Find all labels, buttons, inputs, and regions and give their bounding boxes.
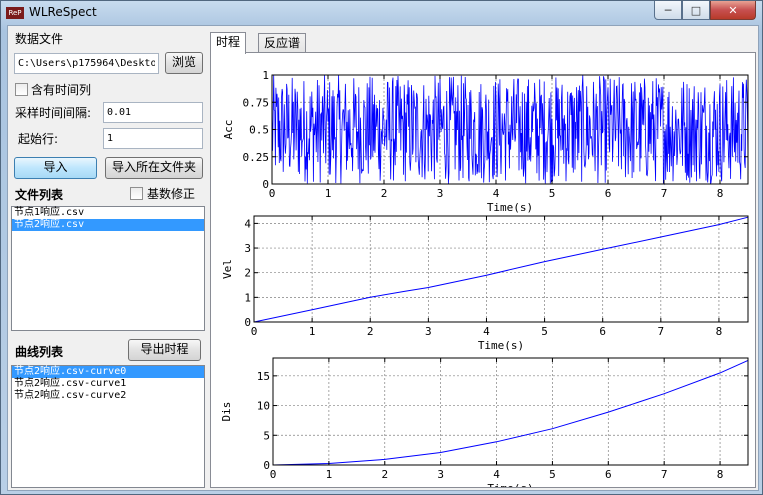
- export-time-history-button[interactable]: 导出时程: [128, 339, 201, 361]
- x-tick-label: 8: [716, 325, 723, 338]
- maximize-icon: □: [690, 3, 702, 17]
- x-tick-label: 6: [599, 325, 606, 338]
- tab-response-spectrum[interactable]: 反应谱: [258, 33, 307, 53]
- import-button[interactable]: 导入: [14, 157, 97, 179]
- x-tick-label: 2: [381, 468, 388, 481]
- x-tick-label: 8: [717, 187, 724, 200]
- x-tick-label: 0: [270, 468, 277, 481]
- series-line: [253, 216, 749, 323]
- curve-list-item-selected[interactable]: 节点2响应.csv-curve0: [12, 366, 204, 378]
- x-tick-label: 5: [549, 187, 556, 200]
- file-list-label: 文件列表: [15, 188, 64, 202]
- baseline-correction-checkbox[interactable]: [130, 187, 143, 200]
- x-tick-label: 7: [658, 325, 665, 338]
- x-axis-label: Time(s): [487, 201, 533, 214]
- y-tick-label: 0: [244, 316, 251, 329]
- y-tick-label: 1: [244, 291, 251, 304]
- tab-panel: 0 1 2 3 4 5 6 7 8 0 0.25 0.5 0.75 1 Time(s) Acc 0 1 2 3 4 5 6 7…: [210, 52, 756, 495]
- browse-button[interactable]: 浏览: [165, 52, 203, 74]
- close-icon: ✕: [728, 3, 738, 17]
- curve-list-item[interactable]: 节点2响应.csv-curve1: [12, 378, 204, 390]
- y-tick-label: 0.75: [243, 96, 270, 109]
- x-tick-label: 7: [661, 468, 668, 481]
- close-button[interactable]: ✕: [710, 1, 756, 20]
- tab-time-history[interactable]: 时程: [210, 32, 247, 54]
- left-panel: 数据文件 浏览 含有时间列 采样时间间隔: 起始行: 导入 导入所在文件夹 文件…: [8, 26, 208, 490]
- maximize-button[interactable]: □: [682, 1, 710, 20]
- client-area: 数据文件 浏览 含有时间列 采样时间间隔: 起始行: 导入 导入所在文件夹 文件…: [7, 25, 759, 495]
- right-panel: 时程 反应谱 0 1 2 3 4 5 6 7 8 0 0.25 0.5 0.75 1 Time(s) Acc 0…: [210, 32, 756, 495]
- y-axis-label: Acc: [222, 120, 235, 140]
- file-list[interactable]: 节点1响应.csv 节点2响应.csv: [11, 206, 205, 331]
- x-tick-label: 1: [326, 468, 333, 481]
- chart-dis: 0 1 2 3 4 5 6 7 8 0 5 10 15 Time(s) Dis: [220, 357, 749, 495]
- curve-list[interactable]: 节点2响应.csv-curve0 节点2响应.csv-curve1 节点2响应.…: [11, 365, 205, 488]
- y-tick-label: 0: [263, 459, 270, 472]
- x-tick-label: 3: [425, 325, 432, 338]
- x-tick-label: 2: [381, 187, 388, 200]
- y-tick-label: 3: [244, 242, 251, 255]
- has-time-column-label: 含有时间列: [31, 83, 92, 97]
- y-axis-label: Dis: [220, 402, 233, 422]
- curve-list-item[interactable]: 节点2响应.csv-curve2: [12, 390, 204, 402]
- x-tick-label: 3: [437, 468, 444, 481]
- y-tick-label: 5: [263, 429, 270, 442]
- x-tick-label: 1: [309, 325, 316, 338]
- curve-list-label: 曲线列表: [15, 345, 64, 359]
- charts-area: 0 1 2 3 4 5 6 7 8 0 0.25 0.5 0.75 1 Time(s) Acc 0 1 2 3 4 5 6 7…: [220, 69, 749, 495]
- y-tick-label: 15: [257, 370, 270, 383]
- x-tick-label: 0: [269, 187, 276, 200]
- x-tick-label: 1: [325, 187, 332, 200]
- baseline-correction-label: 基数修正: [147, 187, 196, 201]
- series-line: [271, 75, 749, 186]
- x-tick-label: 5: [549, 468, 556, 481]
- has-time-column-checkbox[interactable]: [15, 83, 28, 96]
- y-tick-label: 1: [262, 69, 269, 82]
- x-tick-label: 6: [605, 187, 612, 200]
- y-tick-label: 0.5: [249, 124, 269, 137]
- y-tick-label: 10: [257, 400, 270, 413]
- x-tick-label: 4: [493, 468, 500, 481]
- window-title: WLReSpect: [29, 5, 97, 19]
- y-tick-label: 4: [244, 217, 251, 230]
- import-folder-button[interactable]: 导入所在文件夹: [105, 157, 203, 179]
- x-tick-label: 2: [367, 325, 374, 338]
- title-bar[interactable]: ReP WLReSpect ─ □ ✕: [1, 1, 762, 27]
- x-tick-label: 5: [541, 325, 548, 338]
- app-window: ReP WLReSpect ─ □ ✕ 数据文件 浏览 含有时间列 采样时间间隔…: [0, 0, 763, 495]
- x-tick-label: 0: [251, 325, 258, 338]
- minimize-button[interactable]: ─: [654, 1, 682, 20]
- x-tick-label: 8: [717, 468, 724, 481]
- y-tick-label: 0: [262, 178, 269, 191]
- sample-interval-input[interactable]: [103, 102, 203, 123]
- file-list-item-selected[interactable]: 节点2响应.csv: [12, 219, 204, 231]
- x-tick-label: 7: [661, 187, 668, 200]
- y-tick-label: 2: [244, 267, 251, 280]
- x-tick-label: 3: [437, 187, 444, 200]
- minimize-icon: ─: [664, 3, 672, 17]
- file-list-item[interactable]: 节点1响应.csv: [12, 207, 204, 219]
- data-file-label: 数据文件: [15, 32, 64, 46]
- chart-acc: 0 1 2 3 4 5 6 7 8 0 0.25 0.5 0.75 1 Time(s) Acc: [222, 69, 749, 214]
- y-axis-label: Vel: [221, 259, 234, 279]
- start-row-input[interactable]: [103, 128, 203, 149]
- file-path-input[interactable]: [14, 53, 159, 74]
- start-row-label: 起始行:: [18, 132, 59, 146]
- x-tick-label: 6: [605, 468, 612, 481]
- x-tick-label: 4: [483, 325, 490, 338]
- chart-vel: 0 1 2 3 4 5 6 7 801234Time(s)Vel: [221, 215, 749, 352]
- y-tick-label: 0.25: [243, 151, 270, 164]
- app-logo-icon: ReP: [6, 7, 24, 19]
- x-tick-label: 4: [493, 187, 500, 200]
- x-axis-label: Time(s): [478, 339, 524, 352]
- x-axis-label: Time(s): [487, 482, 533, 487]
- sample-interval-label: 采样时间间隔:: [15, 106, 92, 120]
- plot-frame: [272, 357, 749, 466]
